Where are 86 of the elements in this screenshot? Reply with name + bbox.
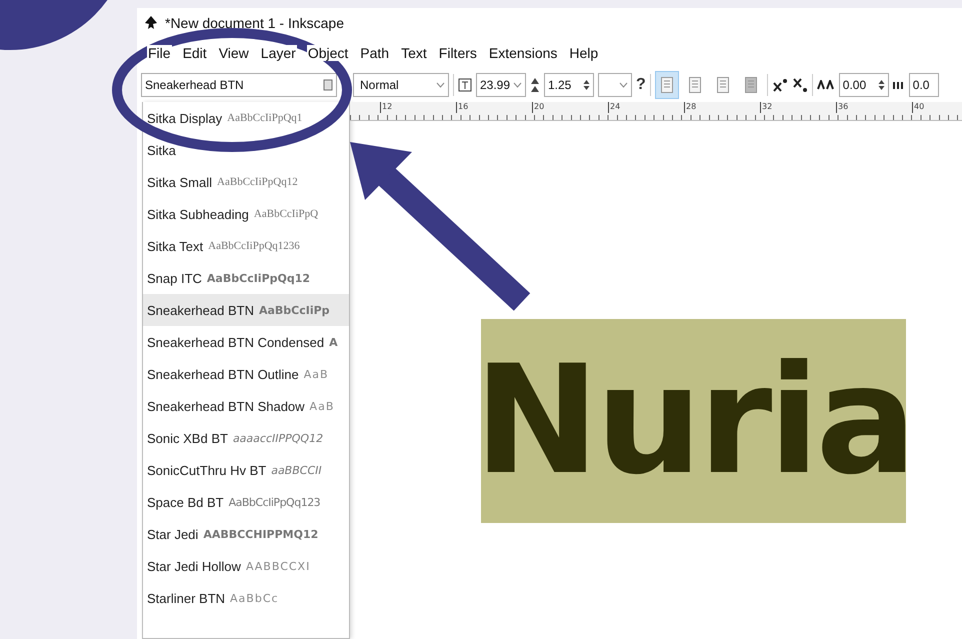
canvas-text[interactable]: Nuria [474,346,913,496]
font-sample: AaBbCcIiPpQq1236 [208,240,300,252]
document-icon [323,79,333,91]
font-list-item[interactable]: Sneakerhead BTN Condensed A [143,326,349,358]
help-button[interactable]: ? [636,76,646,94]
font-name: Space Bd BT [147,494,224,510]
line-spacing-icon [530,77,540,93]
font-size-field[interactable]: 23.99 [476,73,526,97]
font-name: Sneakerhead BTN Condensed [147,334,324,350]
app-logo-icon [143,15,159,31]
menu-item[interactable]: Filters [438,45,478,61]
font-sample: A [329,336,338,348]
font-name: Star Jedi [147,526,198,542]
font-list-item[interactable]: Sneakerhead BTN Shadow AaB [143,390,349,422]
menu-item[interactable]: Text [400,45,428,61]
ruler: 12 16 20 24 28 32 36 40 [350,102,962,121]
font-list-item[interactable]: Sitka Small AaBbCcIiPpQq12 [143,166,349,198]
chevron-down-icon [436,82,445,88]
text-lines-icon [688,77,701,93]
font-sample: AaBbCcIiPp [258,304,330,316]
font-sample: aaaaccIIPPQQ12 [232,432,324,444]
font-name: Sitka [147,142,176,158]
word-spacing-icon [892,80,905,90]
superscript-icon[interactable] [772,78,788,92]
font-name: Sitka Display [147,110,222,126]
font-name: Sitka Text [147,238,204,254]
font-name: Sneakerhead BTN Shadow [147,398,305,414]
spinner-icon [583,79,590,91]
font-list-item[interactable]: Sitka Display AaBbCcIiPpQq1 [143,102,349,134]
font-list-item[interactable]: Sonic XBd BT aaaaccIIPPQQ12 [143,422,349,454]
font-name: Star Jedi Hollow [147,558,241,574]
window-title: *New document 1 - Inkscape [165,15,344,31]
letter-spacing-icon [816,80,835,90]
font-name: Sitka Subheading [147,206,249,222]
font-sample: AaBbCcIiPpQ [254,208,318,220]
font-sample: AaB [304,368,329,380]
text-lines-icon [744,77,757,93]
font-name: SonicCutThru Hv BT [147,462,266,478]
subscript-icon[interactable] [792,77,808,93]
font-sample: AaBbCcIiPpQq12 [206,272,310,284]
font-list-item[interactable]: Sitka Subheading AaBbCcIiPpQ [143,198,349,230]
chevron-down-icon [619,82,628,88]
font-name: Sitka Small [147,174,212,190]
font-sample: AaBbCcIiPpQq123 [228,496,320,508]
font-name: Sonic XBd BT [147,430,228,446]
menu-item[interactable]: View [218,45,250,61]
font-sample: AaB [310,400,334,412]
font-sample: AABBCCXI [246,560,310,572]
font-style-dropdown[interactable]: Normal [353,73,449,97]
font-list-item[interactable]: Space Bd BT AaBbCcIiPpQq123 [143,486,349,518]
font-list-item[interactable]: Starliner BTN AaBbCc [143,582,349,614]
menu-item[interactable]: Object [306,45,350,61]
font-sample: aaBBCCII [271,464,322,476]
font-sample: AaBbCcIiPpQq1 [227,112,302,124]
font-list-item[interactable]: Snap ITC AaBbCcIiPpQq12 [143,262,349,294]
font-size-icon [458,78,472,92]
font-name: Sneakerhead BTN Outline [147,366,299,382]
font-sample: AABBCCHIPPMQ12 [203,528,318,540]
line-spacing-field[interactable]: 1.25 [544,73,594,97]
font-list-item[interactable]: Sitka Text AaBbCcIiPpQq1236 [143,230,349,262]
menu-item[interactable]: Layer [260,45,297,61]
chevron-down-icon [513,82,522,88]
font-list-item[interactable]: Star Jedi AABBCCHIPPMQ12 [143,518,349,550]
font-name: Starliner BTN [147,590,226,606]
spinner-icon [878,79,885,91]
menu-item[interactable]: Path [359,45,390,61]
text-lines-icon [660,77,673,93]
font-family-field[interactable]: Sneakerhead BTN [141,73,337,97]
font-list-item[interactable]: SonicCutThru Hv BT aaBBCCII [143,454,349,486]
letter-spacing-field[interactable]: 0.00 [838,73,889,97]
font-list-item[interactable]: Sneakerhead BTN AaBbCcIiPp [143,294,349,326]
text-lines-icon [716,77,729,93]
word-spacing-field[interactable]: 0.0 [908,73,939,97]
align-button[interactable] [654,71,679,99]
font-list-item[interactable]: Sneakerhead BTN Outline AaB [143,358,349,390]
menu-item[interactable]: Help [568,45,600,61]
font-name: Sneakerhead BTN [147,302,254,318]
font-sample: AaBbCcIiPpQq12 [217,176,298,188]
menu-item[interactable]: File [147,45,172,61]
menu-item[interactable]: Edit [182,45,208,61]
font-sample: AaBbCc [230,592,279,604]
font-list-item[interactable]: Sitka [143,134,349,166]
unit-dropdown[interactable] [598,73,632,97]
menu-item[interactable]: Extensions [488,45,558,61]
font-list-item[interactable]: Star Jedi Hollow AABBCCXI [143,550,349,582]
font-name: Snap ITC [147,270,202,286]
